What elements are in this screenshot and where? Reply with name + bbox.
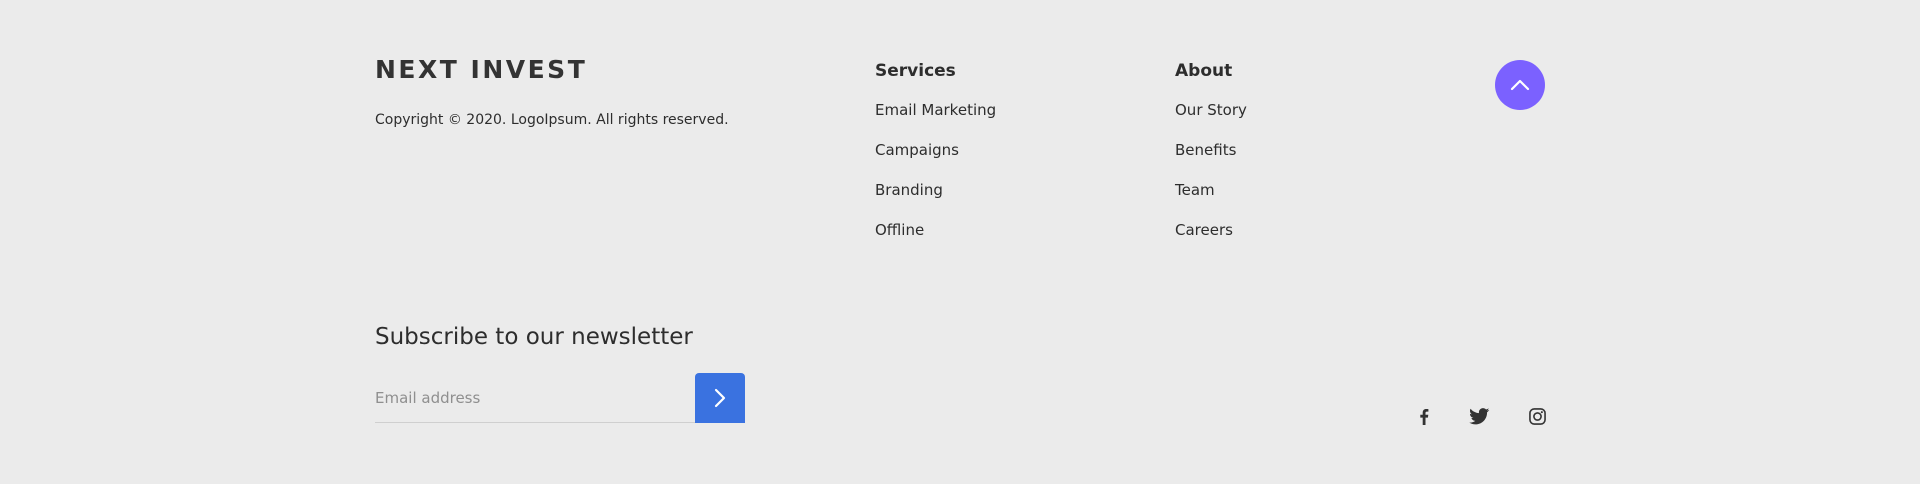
services-link-item: Email Marketing <box>875 100 996 140</box>
about-link-team[interactable]: Team <box>1175 181 1215 199</box>
facebook-icon <box>1420 408 1429 425</box>
services-heading: Services <box>875 61 956 81</box>
services-link-item: Branding <box>875 180 996 220</box>
twitter-icon <box>1468 407 1489 424</box>
subscribe-submit-button[interactable] <box>695 373 745 423</box>
services-link-campaigns[interactable]: Campaigns <box>875 141 959 159</box>
instagram-icon <box>1528 407 1546 425</box>
services-link-offline[interactable]: Offline <box>875 221 924 239</box>
facebook-link[interactable] <box>1414 404 1434 428</box>
about-link-careers[interactable]: Careers <box>1175 221 1233 239</box>
services-links: Email Marketing Campaigns Branding Offli… <box>875 100 996 260</box>
site-footer: NEXT INVEST Copyright © 2020. LogoIpsum.… <box>0 0 1920 484</box>
brand-logo-text[interactable]: NEXT INVEST <box>375 55 587 85</box>
about-links: Our Story Benefits Team Careers <box>1175 100 1247 260</box>
copyright-text: Copyright © 2020. LogoIpsum. All rights … <box>375 112 729 128</box>
scroll-to-top-button[interactable] <box>1495 60 1545 110</box>
services-link-item: Offline <box>875 220 996 260</box>
about-link-item: Our Story <box>1175 100 1247 140</box>
instagram-link[interactable] <box>1525 404 1549 428</box>
about-heading: About <box>1175 61 1233 81</box>
about-link-our-story[interactable]: Our Story <box>1175 101 1247 119</box>
email-input[interactable] <box>375 373 695 423</box>
about-link-benefits[interactable]: Benefits <box>1175 141 1236 159</box>
services-link-branding[interactable]: Branding <box>875 181 943 199</box>
chevron-right-icon <box>714 388 726 408</box>
about-link-item: Careers <box>1175 220 1247 260</box>
newsletter-form <box>375 373 745 423</box>
about-column: About Our Story Benefits Team Careers <box>1175 59 1247 260</box>
about-link-item: Team <box>1175 180 1247 220</box>
chevron-up-icon <box>1510 79 1530 91</box>
twitter-link[interactable] <box>1466 404 1492 428</box>
services-link-email-marketing[interactable]: Email Marketing <box>875 101 996 119</box>
newsletter-title: Subscribe to our newsletter <box>375 324 693 350</box>
services-link-item: Campaigns <box>875 140 996 180</box>
about-link-item: Benefits <box>1175 140 1247 180</box>
services-column: Services Email Marketing Campaigns Brand… <box>875 59 996 260</box>
